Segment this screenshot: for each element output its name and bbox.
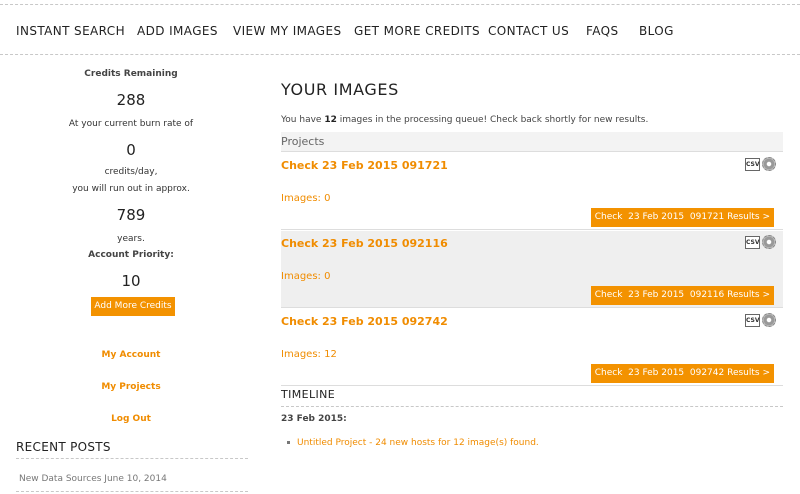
my-projects-link[interactable]: My Projects <box>16 382 246 392</box>
recent-post-link[interactable]: New Data Sources June 10, 2014 <box>19 474 167 484</box>
project-results-button[interactable]: Check 23 Feb 2015 092742 Results > <box>590 364 774 383</box>
years-label: years. <box>117 234 145 244</box>
csv-download-icon[interactable]: CSV <box>745 314 760 327</box>
account-priority-value: 10 <box>121 272 141 290</box>
add-more-credits-button[interactable]: Add More Credits <box>91 297 175 316</box>
burn-rate-value: 0 <box>126 141 136 159</box>
timeline-title: TIMELINE <box>281 388 336 401</box>
projects-header: Projects <box>281 132 783 152</box>
nav-top-divider <box>0 4 800 5</box>
project-title[interactable]: Check 23 Feb 2015 091721 <box>281 159 448 172</box>
credits-remaining-label: Credits Remaining <box>84 69 178 79</box>
queue-message: You have 12 images in the processing que… <box>281 115 648 125</box>
nav-blog[interactable]: BLOG <box>639 24 674 38</box>
project-title[interactable]: Check 23 Feb 2015 092116 <box>281 237 448 250</box>
page-title: YOUR IMAGES <box>281 80 399 99</box>
project-image-count: Images: 0 <box>281 193 331 204</box>
project-results-button[interactable]: Check 23 Feb 2015 091721 Results > <box>590 208 774 227</box>
gear-icon[interactable] <box>762 313 776 327</box>
gear-icon[interactable] <box>762 235 776 249</box>
queue-suffix: images in the processing queue! Check ba… <box>336 115 649 125</box>
project-results-button[interactable]: Check 23 Feb 2015 092116 Results > <box>590 286 774 305</box>
nav-view-my-images[interactable]: VIEW MY IMAGES <box>233 24 342 38</box>
timeline-divider <box>281 406 783 407</box>
timeline-date: 23 Feb 2015: <box>281 414 347 424</box>
queue-prefix: You have <box>281 115 325 125</box>
project-row: Check 23 Feb 2015 092116 CSV Images: 0 C… <box>281 231 783 308</box>
burn-rate-label: At your current burn rate of <box>68 119 194 129</box>
nav-add-images[interactable]: ADD IMAGES <box>137 24 218 38</box>
runout-label: you will run out in approx. <box>72 184 190 194</box>
timeline-entry-text: Untitled Project - 24 new hosts for 12 i… <box>297 438 539 448</box>
project-image-count: Images: 12 <box>281 349 337 360</box>
recent-posts-title: RECENT POSTS <box>16 440 111 454</box>
csv-download-icon[interactable]: CSV <box>745 236 760 249</box>
nav-bottom-divider <box>0 54 800 55</box>
nav-instant-search[interactable]: INSTANT SEARCH <box>16 24 125 38</box>
nav-faqs[interactable]: FAQS <box>586 24 618 38</box>
recent-post-divider <box>16 491 248 492</box>
project-title[interactable]: Check 23 Feb 2015 092742 <box>281 315 448 328</box>
project-row: Check 23 Feb 2015 091721 CSV Images: 0 C… <box>281 153 783 230</box>
csv-download-icon[interactable]: CSV <box>745 158 760 171</box>
account-priority-label: Account Priority: <box>88 250 174 260</box>
my-account-link[interactable]: My Account <box>16 350 246 360</box>
nav-get-more-credits[interactable]: GET MORE CREDITS <box>354 24 480 38</box>
project-image-count: Images: 0 <box>281 271 331 282</box>
bullet-icon <box>287 441 290 444</box>
top-nav: INSTANT SEARCH ADD IMAGES VIEW MY IMAGES… <box>0 0 800 57</box>
recent-posts-divider <box>16 458 248 459</box>
timeline-entry-link[interactable]: Untitled Project - 24 new hosts for 12 i… <box>287 438 539 448</box>
queue-count: 12 <box>324 115 337 125</box>
gear-icon[interactable] <box>762 157 776 171</box>
burn-rate-unit: credits/day, <box>104 167 158 177</box>
credits-remaining-value: 288 <box>116 91 146 109</box>
years-value: 789 <box>116 206 146 224</box>
project-row: Check 23 Feb 2015 092742 CSV Images: 12 … <box>281 309 783 386</box>
log-out-link[interactable]: Log Out <box>16 414 246 424</box>
nav-contact-us[interactable]: CONTACT US <box>488 24 569 38</box>
